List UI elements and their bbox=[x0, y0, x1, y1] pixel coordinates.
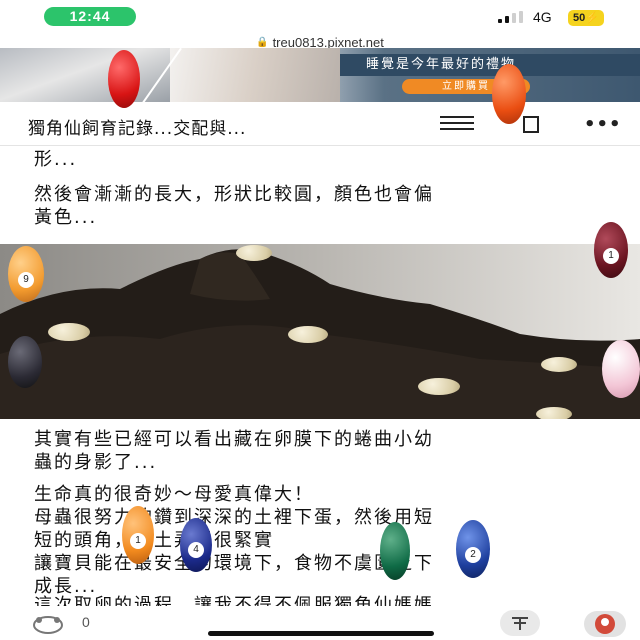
home-indicator[interactable] bbox=[208, 631, 434, 636]
menu-icon[interactable] bbox=[440, 116, 474, 132]
ad-slogan: 睡覺是今年最好的禮物 bbox=[340, 54, 640, 76]
billiard-ball-dark bbox=[8, 336, 42, 388]
article-paragraph: 形... bbox=[34, 149, 78, 170]
share-button[interactable] bbox=[500, 610, 540, 636]
billiard-ball-1: 1 bbox=[594, 222, 628, 278]
article-paragraph: 其實有些已經可以看出藏在卵膜下的蜷曲小幼 蟲的身影了... bbox=[34, 429, 434, 473]
egg bbox=[236, 245, 272, 261]
article-header: 獨角仙飼育記錄...交配與... ••• bbox=[0, 102, 640, 146]
lock-icon: 🔒 bbox=[256, 37, 269, 48]
article-photo bbox=[0, 244, 640, 419]
ball-number: 1 bbox=[603, 247, 619, 264]
egg bbox=[418, 378, 460, 395]
bookmark-icon[interactable] bbox=[522, 116, 540, 133]
share-icon bbox=[512, 617, 528, 630]
ad-banner[interactable]: 睡覺是今年最好的禮物 立即購買 bbox=[0, 48, 640, 102]
battery-icon: 50⚡ bbox=[568, 10, 604, 26]
status-bar: 12:44 4G 50⚡ bbox=[0, 0, 640, 32]
billiard-ball-2: 2 bbox=[456, 520, 490, 578]
billiard-ball-pink bbox=[602, 340, 640, 398]
like-icon[interactable] bbox=[30, 614, 66, 634]
status-time: 12:44 bbox=[44, 7, 136, 26]
ball-number: 9 bbox=[18, 271, 34, 288]
egg bbox=[541, 357, 577, 372]
more-options-icon[interactable]: ••• bbox=[584, 114, 622, 135]
egg bbox=[48, 323, 90, 341]
egg bbox=[288, 326, 328, 343]
network-type: 4G bbox=[533, 9, 552, 25]
billiard-ball-9: 9 bbox=[8, 246, 44, 302]
article-paragraph: 生命真的很奇妙～母愛真偉大！ 母蟲很努力的鑽到深深的土裡下蛋，然後用短 短的頭角… bbox=[34, 484, 434, 597]
ad-image-right bbox=[170, 48, 340, 102]
ball-number: 1 bbox=[130, 532, 146, 549]
billiard-ball-4: 4 bbox=[180, 518, 212, 572]
url-bar[interactable]: 🔒 treu0813.pixnet.net bbox=[0, 32, 640, 50]
article-paragraph: 然後會漸漸的長大，形狀比較圓，顏色也會偏 黃色... bbox=[34, 184, 434, 228]
ball-number: 4 bbox=[188, 542, 204, 559]
ad-image-left bbox=[0, 48, 170, 102]
like-count: 0 bbox=[82, 614, 90, 630]
egg bbox=[536, 407, 572, 419]
billiard-ball-green bbox=[380, 522, 410, 580]
billiard-ball-orange bbox=[492, 64, 526, 124]
battery-level: 50 bbox=[573, 12, 586, 24]
avatar[interactable] bbox=[584, 611, 626, 637]
article-title: 獨角仙飼育記錄...交配與... bbox=[28, 119, 247, 139]
signal-icon bbox=[498, 11, 524, 23]
billiard-ball-orange-1: 1 bbox=[122, 506, 154, 564]
ball-number: 2 bbox=[465, 546, 481, 563]
billiard-ball-red bbox=[108, 50, 140, 108]
